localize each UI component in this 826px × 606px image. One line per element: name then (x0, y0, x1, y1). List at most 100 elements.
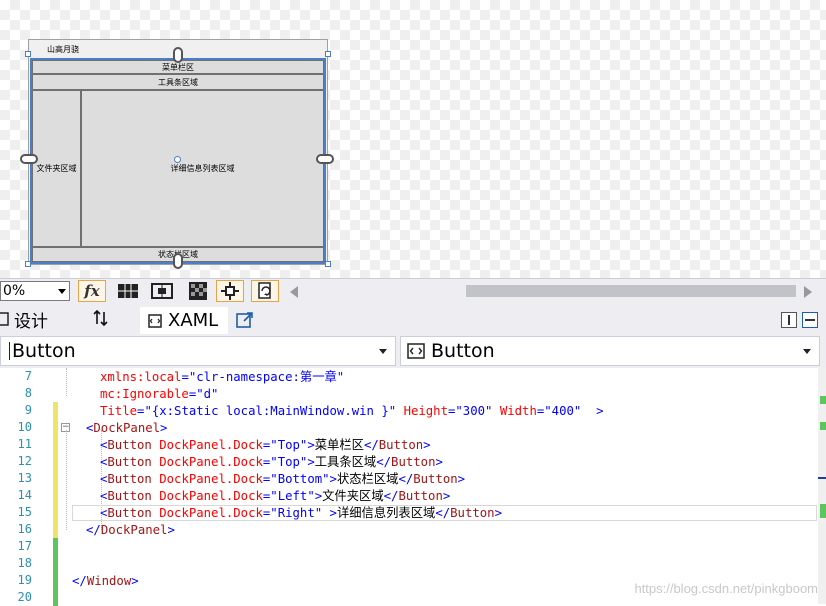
chevron-down-icon (58, 289, 66, 294)
artboard-icon (221, 282, 239, 300)
resize-handle[interactable] (25, 51, 31, 57)
grid-icon (118, 284, 138, 298)
folder-area-button[interactable]: 文件夹区域 (32, 90, 81, 247)
code-token-text: 详细信息列表区域 (336, 506, 436, 520)
line-number: 12 (17, 454, 32, 468)
code-token-tag: Button (391, 455, 436, 469)
code-token-br: </ (383, 489, 399, 503)
designer-toolbar: 0% fx (0, 278, 826, 305)
checker-button[interactable] (184, 280, 212, 302)
code-token-tag: Window (86, 574, 132, 588)
member-select[interactable]: Button (400, 336, 820, 366)
swap-panes-button[interactable] (92, 309, 110, 331)
code-line[interactable]: <Button DockPanel.Dock="Top">菜单栏区</Butto… (100, 437, 431, 454)
scroll-right-icon[interactable] (804, 286, 812, 298)
zoom-value: 0% (3, 283, 26, 299)
artboard-button[interactable] (216, 280, 244, 302)
xaml-editor[interactable]: 7 8 9 10 11 12 13 14 15 16 17 18 19 20 − xmlns:local=… (0, 368, 826, 606)
center-anchor-icon (174, 156, 181, 163)
code-line[interactable]: <DockPanel> (86, 420, 167, 437)
zoom-select[interactable]: 0% (0, 281, 70, 301)
code-token-tag: Button (107, 472, 152, 486)
code-token-br: > (329, 472, 337, 486)
code-token-br: </ (376, 455, 392, 469)
code-token-br: > (435, 455, 443, 469)
resize-handle[interactable] (325, 51, 331, 57)
line-number: 16 (17, 522, 32, 536)
line-number: 18 (17, 556, 32, 570)
line-number-gutter: 7 8 9 10 11 12 13 14 15 16 17 18 19 20 (0, 368, 40, 604)
code-token-attr: Height (403, 404, 448, 418)
unsaved-change-bar (53, 402, 58, 538)
chevron-down-icon (379, 349, 387, 354)
tab-xaml-label: XAML (168, 310, 219, 331)
horizontal-split-button[interactable] (802, 312, 818, 328)
code-token-val: "Left" (270, 489, 315, 503)
code-token-text: 状态栏区域 (336, 472, 399, 486)
vertical-scrollbar[interactable] (818, 368, 826, 604)
code-token-attr: mc:Ignorable (100, 387, 189, 401)
toolbar-area-button[interactable]: 工具条区域 (32, 74, 324, 90)
code-token-br: > (596, 404, 604, 418)
code-line[interactable]: <Button DockPanel.Dock="Right" >详细信息列表区域… (100, 505, 502, 522)
selector-bar: Button Button (0, 334, 826, 368)
line-number: 13 (17, 471, 32, 485)
tab-design[interactable]: 设计 (0, 307, 48, 332)
code-line[interactable]: mc:Ignorable="d" (100, 386, 218, 403)
popout-button[interactable] (236, 311, 254, 333)
code-token-val: "{x:Static local:MainWindow.win }" (144, 404, 397, 418)
code-line[interactable]: <Button DockPanel.Dock="Left">文件夹区域</But… (100, 488, 450, 505)
indent-guide (66, 368, 67, 396)
code-token-tag: Button (450, 506, 495, 520)
code-line[interactable]: <Button DockPanel.Dock="Top">工具条区域</Butt… (100, 454, 443, 471)
left-margin-pin-icon[interactable] (20, 154, 38, 164)
snap-button[interactable] (148, 280, 176, 302)
refresh-button[interactable] (251, 280, 279, 302)
code-token-tag: DockPanel (93, 421, 161, 435)
member-icon (407, 343, 425, 359)
design-canvas[interactable]: 山高月骁 菜单栏区 工具条区域 文件夹区域 详细信息列表区域 状态栏区域 (0, 0, 826, 278)
code-token-val: "Top" (270, 455, 308, 469)
fx-button[interactable]: fx (78, 280, 106, 302)
code-token-tag: Button (107, 506, 152, 520)
code-line[interactable]: <Button DockPanel.Dock="Bottom">状态栏区域</B… (100, 471, 465, 488)
top-margin-pin-icon[interactable] (173, 47, 183, 63)
code-token-val: "clr-namespace:第一章" (188, 370, 345, 384)
code-token-br: > (457, 472, 466, 486)
bottom-margin-pin-icon[interactable] (173, 253, 183, 269)
grid-button[interactable] (114, 280, 142, 302)
code-token-tag: Button (398, 489, 443, 503)
element-type-select[interactable]: Button (0, 336, 396, 366)
vertical-split-button[interactable] (781, 312, 797, 328)
code-token-tag: DockPanel (100, 523, 168, 537)
code-token-br: > (314, 489, 323, 503)
code-line[interactable]: </DockPanel> (86, 522, 175, 539)
saved-change-bar (53, 538, 58, 606)
code-token-br: > (442, 489, 451, 503)
vertical-split-icon (788, 315, 790, 325)
code-token-attr: DockPanel.Dock (159, 472, 263, 486)
code-token-val: "Right" (270, 506, 323, 520)
code-token-br: > (160, 421, 168, 435)
code-line[interactable]: Title="{x:Static local:MainWindow.win }"… (100, 403, 604, 420)
scroll-left-icon[interactable] (290, 286, 298, 298)
line-number: 20 (17, 590, 32, 604)
code-token-br: > (307, 438, 315, 452)
code-token-attr: xmlns:local (100, 370, 182, 384)
detail-list-area-button[interactable]: 详细信息列表区域 (81, 90, 324, 247)
code-token-val: "d" (196, 387, 219, 401)
right-margin-pin-icon[interactable] (316, 154, 334, 164)
code-line[interactable]: </Window> (72, 573, 139, 590)
code-token-br: </ (72, 574, 87, 588)
code-token-tag: Button (378, 438, 424, 452)
fx-icon: fx (84, 282, 100, 300)
code-line[interactable]: xmlns:local="clr-namespace:第一章" (100, 369, 344, 386)
code-token-text: 菜单栏区 (314, 438, 364, 452)
tab-xaml[interactable]: XAML (140, 307, 228, 334)
horizontal-scrollbar[interactable] (466, 285, 796, 297)
snap-icon (151, 283, 173, 299)
code-token-br: > (329, 506, 337, 520)
code-token-attr: DockPanel.Dock (159, 489, 263, 503)
refresh-icon (258, 282, 271, 299)
